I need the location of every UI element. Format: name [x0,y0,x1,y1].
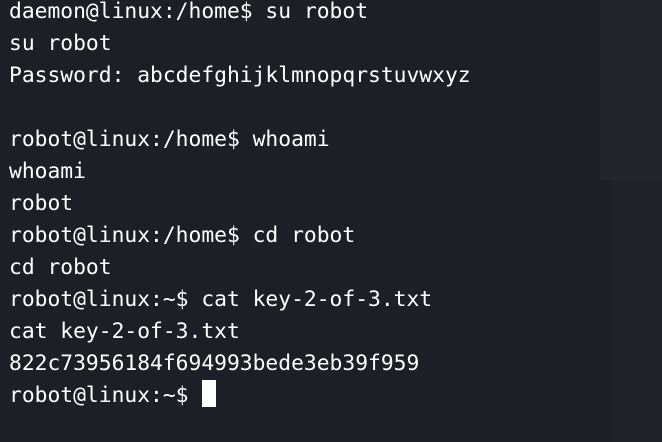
terminal-line: robot@linux:/home$ cd robot [9,223,356,248]
terminal-line: daemon@linux:/home$ su robot [9,0,369,24]
terminal-output: daemon@linux:/home$ su robot su robot Pa… [9,0,471,412]
terminal-window[interactable]: daemon@linux:/home$ su robot su robot Pa… [0,0,662,442]
terminal-line: Password: abcdefghijklmnopqrstuvwxyz [9,63,471,88]
text-cursor[interactable] [201,380,216,407]
terminal-line: 822c73956184f694993bede3eb39f959 [9,351,420,376]
terminal-line: cat key-2-of-3.txt [9,319,240,344]
prompt-text: robot@linux:~$ [9,383,189,408]
terminal-line: robot@linux:~$ cat key-2-of-3.txt [9,287,433,312]
terminal-line: cd robot [9,255,112,280]
terminal-line: robot [9,191,74,216]
terminal-line: su robot [9,31,112,56]
background-panel-lower [612,180,662,442]
background-panel [600,0,662,180]
prompt-line[interactable]: robot@linux:~$ [9,380,471,412]
terminal-line: whoami [9,159,86,184]
terminal-line: robot@linux:/home$ whoami [9,127,330,152]
